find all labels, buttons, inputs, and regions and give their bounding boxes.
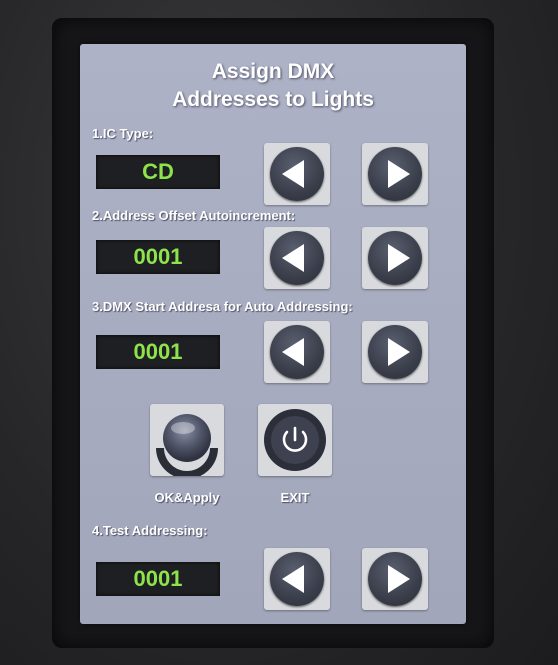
test-addressing-value: 0001	[96, 562, 220, 596]
address-offset-value: 0001	[96, 240, 220, 274]
touch-screen: Assign DMX Addresses to Lights 1.IC Type…	[80, 44, 466, 624]
exit-label: EXIT	[280, 490, 310, 505]
address-offset-prev-button[interactable]	[264, 227, 330, 289]
left-arrow-icon	[282, 244, 304, 272]
left-arrow-icon	[282, 338, 304, 366]
ok-apply-label: OK&Apply	[154, 490, 220, 505]
right-arrow-icon	[388, 565, 410, 593]
left-arrow-icon	[282, 160, 304, 188]
right-arrow-icon	[388, 244, 410, 272]
power-icon	[264, 409, 326, 471]
exit-button[interactable]	[258, 404, 332, 476]
ic-type-prev-button[interactable]	[264, 143, 330, 205]
address-offset-label: 2.Address Offset Autoincrement:	[92, 208, 296, 223]
dmx-start-next-button[interactable]	[362, 321, 428, 383]
ic-type-label: 1.IC Type:	[92, 126, 154, 141]
ic-type-next-button[interactable]	[362, 143, 428, 205]
page-title-line2: Addresses to Lights	[172, 88, 374, 111]
left-arrow-icon	[282, 565, 304, 593]
test-addressing-label: 4.Test Addressing:	[92, 523, 208, 538]
ic-type-value: CD	[96, 155, 220, 189]
right-arrow-icon	[388, 338, 410, 366]
dmx-start-value: 0001	[96, 335, 220, 369]
page-title-line1: Assign DMX	[211, 60, 335, 83]
address-offset-next-button[interactable]	[362, 227, 428, 289]
dmx-start-prev-button[interactable]	[264, 321, 330, 383]
right-arrow-icon	[388, 160, 410, 188]
ok-apply-icon	[156, 414, 218, 479]
ok-apply-button[interactable]	[150, 404, 224, 479]
dmx-start-label: 3.DMX Start Addresa for Auto Addressing:	[92, 299, 353, 314]
test-addressing-next-button[interactable]	[362, 548, 428, 610]
test-addressing-prev-button[interactable]	[264, 548, 330, 610]
